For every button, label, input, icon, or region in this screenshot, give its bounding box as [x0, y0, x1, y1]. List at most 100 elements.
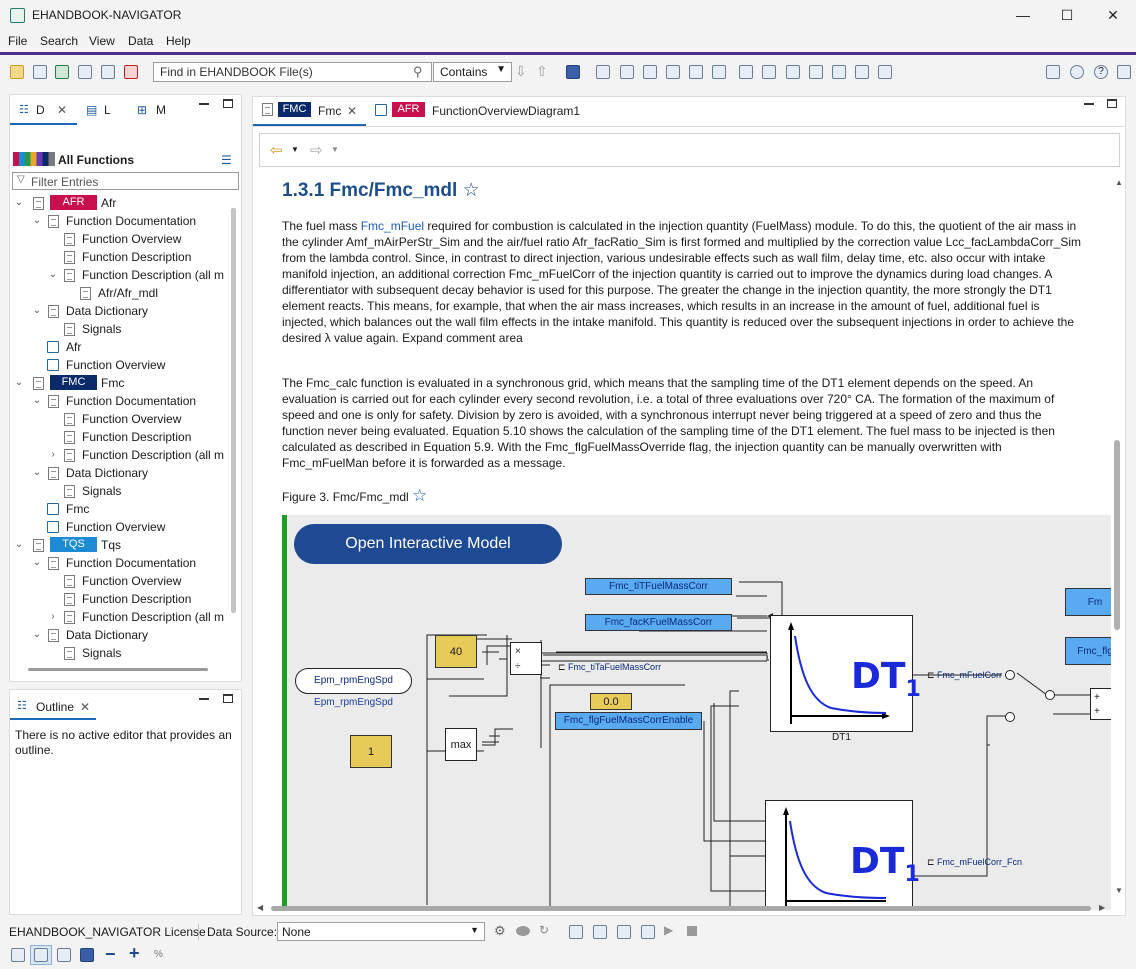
- tree-vertical-scrollbar[interactable]: [231, 208, 236, 613]
- signal-tit-fuel-mass-corr[interactable]: Fmc_tiTFuelMassCorr: [585, 578, 732, 595]
- navigator-icon[interactable]: [566, 65, 580, 79]
- favorite-star-icon[interactable]: ☆: [463, 180, 480, 201]
- maximize-button[interactable]: ☐: [1044, 0, 1090, 31]
- chevron-down-icon[interactable]: ⌄: [32, 392, 42, 410]
- chevron-right-icon[interactable]: ›: [48, 446, 58, 464]
- tool-icon-11[interactable]: [832, 65, 846, 79]
- constant-1[interactable]: 1: [350, 735, 392, 768]
- close-outline-icon[interactable]: ✕: [80, 700, 90, 714]
- zoom-in-icon[interactable]: +: [129, 943, 140, 964]
- constant-0[interactable]: 0.0: [590, 693, 632, 710]
- print-icon[interactable]: [78, 65, 92, 79]
- open-folder-icon[interactable]: [10, 65, 24, 79]
- editor-horizontal-scrollbar[interactable]: [271, 906, 1091, 911]
- search-mode-select[interactable]: Contains ▼: [433, 62, 512, 82]
- max-block[interactable]: max: [445, 728, 477, 761]
- dt1-block[interactable]: DT1: [770, 615, 921, 732]
- scroll-up-icon[interactable]: ▲: [1115, 178, 1123, 187]
- back-history-dropdown[interactable]: ▼: [291, 145, 299, 154]
- signal-flg-fuel-mass-corr-enable[interactable]: Fmc_flgFuelMassCorrEnable: [555, 712, 702, 730]
- view-mode-icon-3[interactable]: [57, 948, 71, 962]
- chevron-down-icon[interactable]: ⌄: [14, 374, 24, 392]
- database-icon[interactable]: [516, 926, 530, 936]
- tab-diagram-label[interactable]: FunctionOverviewDiagram1: [432, 104, 580, 118]
- forward-icon[interactable]: ⇨: [310, 141, 323, 159]
- view-mode-icon-1[interactable]: [11, 948, 25, 962]
- menu-data[interactable]: Data: [128, 34, 153, 48]
- tool-icon-6[interactable]: [712, 65, 726, 79]
- tool-icon-12[interactable]: [855, 65, 869, 79]
- data-tool-icon-1[interactable]: [569, 925, 583, 939]
- open-interactive-model-button[interactable]: Open Interactive Model: [294, 524, 562, 564]
- minimize-button[interactable]: —: [1000, 0, 1046, 31]
- chevron-down-icon[interactable]: ⌄: [32, 464, 42, 482]
- tool-icon-13[interactable]: [878, 65, 892, 79]
- zoom-percent-icon[interactable]: %: [154, 949, 163, 960]
- menu-help[interactable]: Help: [166, 34, 191, 48]
- tool-icon-10[interactable]: [809, 65, 823, 79]
- help-icon[interactable]: ?: [1094, 65, 1108, 79]
- refresh-icon[interactable]: ↻: [539, 923, 549, 937]
- export-icon[interactable]: [101, 65, 115, 79]
- menu-search[interactable]: Search: [40, 34, 78, 48]
- inport-epm-rpm-eng-spd[interactable]: Epm_rpmEngSpd: [295, 668, 412, 694]
- menu-view[interactable]: View: [89, 34, 115, 48]
- signal-fm-partial[interactable]: Fm: [1065, 588, 1111, 616]
- collapse-all-icon[interactable]: ☰: [221, 153, 232, 167]
- chevron-right-icon[interactable]: ›: [48, 608, 58, 626]
- scroll-down-icon[interactable]: ▼: [1115, 886, 1123, 895]
- chevron-down-icon[interactable]: ⌄: [32, 554, 42, 572]
- tool-icon-5[interactable]: [689, 65, 703, 79]
- book-icon[interactable]: [55, 65, 69, 79]
- menu-file[interactable]: File: [8, 34, 27, 48]
- search-icon[interactable]: ⚲: [413, 64, 423, 80]
- forward-history-dropdown[interactable]: ▼: [331, 145, 339, 154]
- data-source-select[interactable]: None ▼: [277, 922, 485, 941]
- sum-block[interactable]: + +: [1090, 688, 1111, 720]
- next-result-icon[interactable]: ⇩: [515, 63, 527, 80]
- tool-icon-8[interactable]: [762, 65, 776, 79]
- tool-icon-1[interactable]: [596, 65, 610, 79]
- tool-icon-2[interactable]: [620, 65, 634, 79]
- pdf-icon[interactable]: [124, 65, 138, 79]
- tool-icon-7[interactable]: [739, 65, 753, 79]
- minimize-editor-icon[interactable]: [1084, 103, 1094, 105]
- view-mode-icon-2[interactable]: [34, 948, 48, 962]
- fmc-mfuel-link[interactable]: Fmc_mFuel: [361, 219, 424, 233]
- tab-l-label[interactable]: L: [104, 103, 111, 117]
- zoom-out-icon[interactable]: −: [105, 944, 116, 965]
- dt1-block-2[interactable]: DT1: [765, 800, 920, 910]
- data-tool-icon-4[interactable]: [641, 925, 655, 939]
- chevron-down-icon[interactable]: ⌄: [48, 266, 58, 284]
- chevron-down-icon[interactable]: ⌄: [14, 194, 24, 212]
- filter-input[interactable]: ▽ Filter Entries: [12, 172, 239, 190]
- close-button[interactable]: ✕: [1090, 0, 1136, 31]
- editor-vertical-scrollbar[interactable]: [1114, 440, 1120, 630]
- tool-icon-3[interactable]: [643, 65, 657, 79]
- divide-block[interactable]: × ÷: [510, 642, 542, 675]
- minimize-view-icon[interactable]: [199, 103, 209, 105]
- data-tool-icon-3[interactable]: [617, 925, 631, 939]
- tab-m-label[interactable]: M: [156, 103, 166, 117]
- play-icon[interactable]: ▶: [664, 923, 673, 937]
- settings-gear-icon[interactable]: ⚙: [494, 923, 506, 939]
- chevron-down-icon[interactable]: ⌄: [32, 626, 42, 644]
- signal-fack-fuel-mass-corr[interactable]: Fmc_facKFuelMassCorr: [585, 614, 732, 631]
- chevron-down-icon[interactable]: ⌄: [32, 302, 42, 320]
- maximize-editor-icon[interactable]: [1107, 99, 1117, 108]
- close-tab-icon[interactable]: ✕: [347, 104, 357, 118]
- perspective-icon[interactable]: [1117, 65, 1131, 79]
- maximize-view-icon[interactable]: [223, 99, 233, 108]
- constant-40[interactable]: 40: [435, 635, 477, 668]
- favorite-star-icon[interactable]: ☆: [412, 486, 427, 505]
- stop-icon[interactable]: [687, 926, 697, 936]
- chevron-down-icon[interactable]: ⌄: [32, 212, 42, 230]
- back-icon[interactable]: ⇦: [270, 141, 283, 159]
- tool-icon-9[interactable]: [786, 65, 800, 79]
- scroll-right-icon[interactable]: ▶: [1099, 903, 1105, 912]
- save-icon[interactable]: [33, 65, 47, 79]
- view-mode-icon-4[interactable]: [80, 948, 94, 962]
- chevron-down-icon[interactable]: ⌄: [14, 536, 24, 554]
- scroll-left-icon[interactable]: ◀: [257, 903, 263, 912]
- tree-horizontal-scrollbar[interactable]: [28, 668, 208, 671]
